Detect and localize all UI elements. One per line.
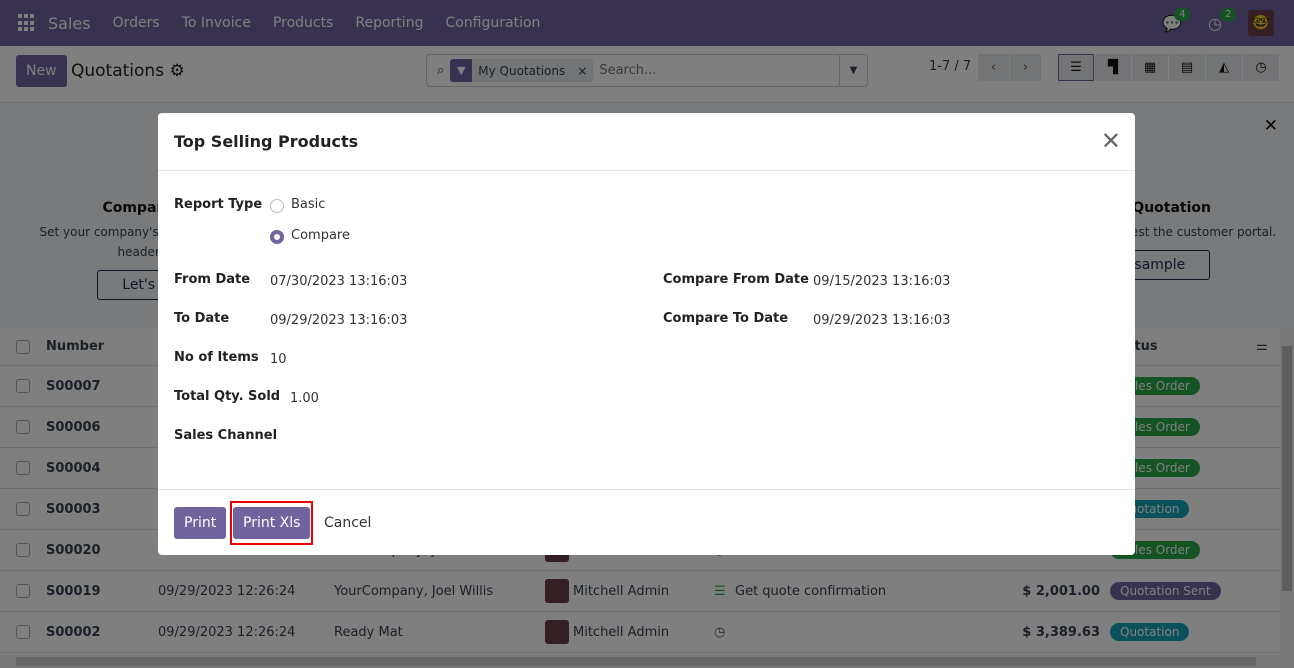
dialog-footer: Print Print Xls Cancel — [158, 489, 1135, 555]
report-type-label: Report Type — [174, 197, 263, 212]
from-date-label: From Date — [174, 272, 251, 287]
dialog-header: Top Selling Products ✕ — [158, 113, 1135, 171]
radio-compare[interactable] — [270, 230, 284, 244]
radio-basic-label[interactable]: Basic — [291, 197, 325, 212]
compare-to-field[interactable]: 09/29/2023 13:16:03 — [813, 313, 950, 328]
cancel-button[interactable]: Cancel — [324, 515, 371, 531]
close-icon[interactable]: ✕ — [1101, 129, 1121, 153]
dialog-title: Top Selling Products — [174, 132, 359, 151]
print-button[interactable]: Print — [174, 507, 227, 539]
to-date-field[interactable]: 09/29/2023 13:16:03 — [270, 313, 407, 328]
compare-to-label: Compare To Date — [663, 311, 789, 326]
total-qty-label: Total Qty. Sold — [174, 389, 281, 404]
radio-basic[interactable] — [270, 199, 284, 213]
top-selling-products-dialog: Top Selling Products ✕ Report Type Basic … — [158, 113, 1135, 555]
close-banner-icon[interactable]: ✕ — [1264, 116, 1278, 136]
no-of-items-field[interactable]: 10 — [270, 352, 287, 367]
no-of-items-label: No of Items — [174, 350, 259, 365]
compare-from-label: Compare From Date — [663, 272, 809, 287]
radio-compare-label[interactable]: Compare — [291, 228, 350, 243]
compare-from-field[interactable]: 09/15/2023 13:16:03 — [813, 274, 950, 289]
to-date-label: To Date — [174, 311, 230, 326]
total-qty-field[interactable]: 1.00 — [290, 391, 319, 406]
print-xls-button[interactable]: Print Xls — [233, 507, 311, 539]
sales-channel-label: Sales Channel — [174, 428, 278, 443]
from-date-field[interactable]: 07/30/2023 13:16:03 — [270, 274, 407, 289]
